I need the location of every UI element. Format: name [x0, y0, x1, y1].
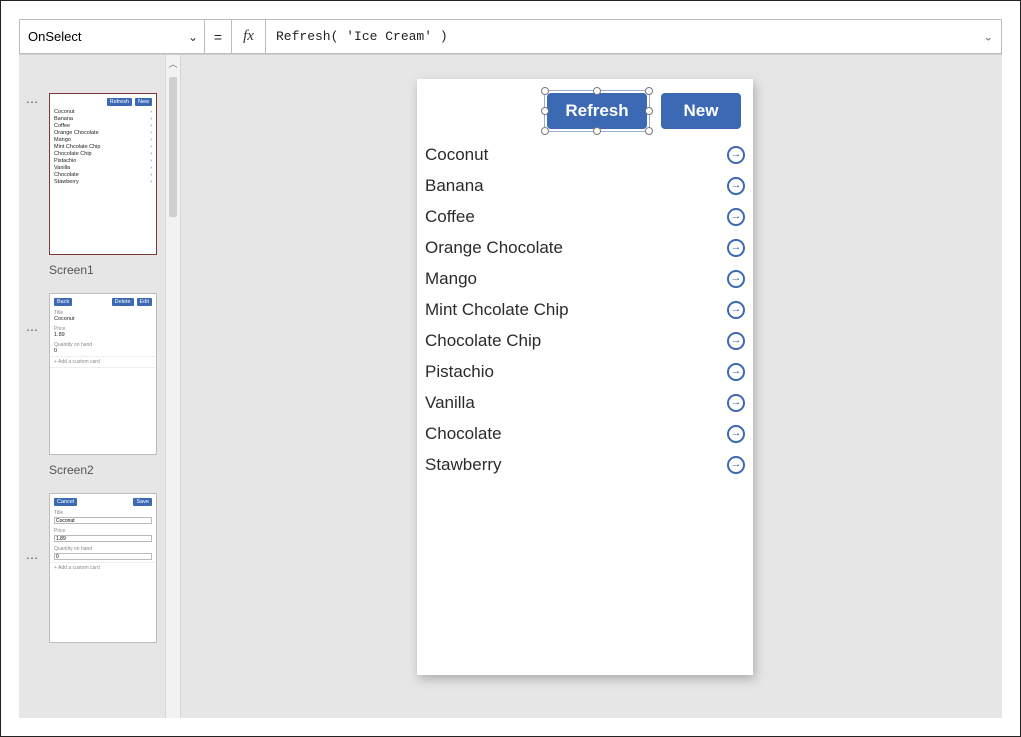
arrow-right-icon[interactable]: → — [727, 270, 745, 288]
resize-handle[interactable] — [645, 107, 653, 115]
editor-shell: OnSelect ⌄ = fx Refresh( 'Ice Cream' ) ⌄… — [19, 19, 1002, 718]
design-canvas[interactable]: Refresh — [181, 55, 1002, 718]
mini-new-button: New — [135, 98, 152, 106]
flavor-label: Banana — [425, 176, 484, 196]
mini-list-item: Mint Chcolate Chip› — [54, 143, 152, 150]
list-item[interactable]: Coffee → — [425, 201, 745, 232]
work-area: ⋯ Refresh New Coconut›Banana›Coffee›Oran… — [19, 55, 1002, 718]
scrollbar-thumb[interactable] — [169, 77, 177, 217]
new-button[interactable]: New — [661, 93, 741, 129]
property-dropdown-value: OnSelect — [28, 29, 81, 44]
app-frame: OnSelect ⌄ = fx Refresh( 'Ice Cream' ) ⌄… — [0, 0, 1021, 737]
mini-delete-button: Delete — [112, 298, 134, 306]
thumb-screen1[interactable]: Refresh New Coconut›Banana›Coffee›Orange… — [49, 93, 157, 255]
list-item[interactable]: Banana → — [425, 170, 745, 201]
thumb-screen2[interactable]: Back Delete Edit Title Coconut Price 1.8… — [49, 293, 157, 455]
mini-refresh-button: Refresh — [107, 98, 132, 106]
app-preview: Refresh — [417, 79, 753, 675]
resize-handle[interactable] — [541, 87, 549, 95]
list-item[interactable]: Mint Chcolate Chip → — [425, 294, 745, 325]
thumb-screen2-label: Screen2 — [49, 463, 165, 477]
arrow-right-icon[interactable]: → — [727, 177, 745, 195]
arrow-right-icon[interactable]: → — [727, 425, 745, 443]
flavor-label: Vanilla — [425, 393, 475, 413]
chevron-down-icon: ⌄ — [188, 30, 198, 44]
scroll-up-icon[interactable]: ︿ — [166, 57, 180, 70]
flavor-label: Pistachio — [425, 362, 494, 382]
arrow-right-icon[interactable]: → — [727, 146, 745, 164]
flavor-label: Chocolate Chip — [425, 331, 541, 351]
mini-list-item: Stawberry› — [54, 178, 152, 185]
flavor-label: Mango — [425, 269, 477, 289]
refresh-button[interactable]: Refresh — [547, 93, 647, 129]
mini-list-item: Coconut› — [54, 108, 152, 115]
resize-handle[interactable] — [645, 127, 653, 135]
arrow-right-icon[interactable]: → — [727, 332, 745, 350]
list-item[interactable]: Chocolate Chip → — [425, 325, 745, 356]
formula-input[interactable]: Refresh( 'Ice Cream' ) ⌄ — [265, 19, 1002, 54]
resize-handle[interactable] — [593, 127, 601, 135]
mini-save-button: Save — [133, 498, 152, 506]
mini-edit-button: Edit — [137, 298, 152, 306]
arrow-right-icon[interactable]: → — [727, 363, 745, 381]
thumb-screen1-label: Screen1 — [49, 263, 165, 277]
thumb-menu-icon[interactable]: ⋯ — [23, 551, 41, 565]
fx-icon[interactable]: fx — [231, 19, 265, 54]
list-item[interactable]: Pistachio → — [425, 356, 745, 387]
flavor-label: Mint Chcolate Chip — [425, 300, 569, 320]
list-item[interactable]: Orange Chocolate → — [425, 232, 745, 263]
mini-list-item: Chocolate Chip› — [54, 150, 152, 157]
formula-bar: OnSelect ⌄ = fx Refresh( 'Ice Cream' ) ⌄ — [19, 19, 1002, 55]
arrow-right-icon[interactable]: → — [727, 208, 745, 226]
arrow-right-icon[interactable]: → — [727, 239, 745, 257]
flavor-gallery[interactable]: Coconut→Banana→Coffee→Orange Chocolate→M… — [417, 137, 753, 480]
mini-list-item: Banana› — [54, 115, 152, 122]
resize-handle[interactable] — [541, 127, 549, 135]
mini-list-item: Orange Chocolate› — [54, 129, 152, 136]
flavor-label: Stawberry — [425, 455, 502, 475]
arrow-right-icon[interactable]: → — [727, 394, 745, 412]
list-item[interactable]: Coconut → — [425, 139, 745, 170]
mini-list-item: Coffee› — [54, 122, 152, 129]
arrow-right-icon[interactable]: → — [727, 456, 745, 474]
flavor-label: Orange Chocolate — [425, 238, 563, 258]
resize-handle[interactable] — [541, 107, 549, 115]
flavor-label: Coffee — [425, 207, 475, 227]
mini-cancel-button: Cancel — [54, 498, 77, 506]
mini-list-item: Pistachio› — [54, 157, 152, 164]
resize-handle[interactable] — [593, 87, 601, 95]
property-dropdown[interactable]: OnSelect ⌄ — [19, 19, 205, 54]
list-item[interactable]: Stawberry → — [425, 449, 745, 480]
mini-back-button: Back — [54, 298, 72, 306]
equals-indicator: = — [205, 19, 231, 54]
screen-thumbnail-panel: ⋯ Refresh New Coconut›Banana›Coffee›Oran… — [19, 55, 165, 718]
flavor-label: Coconut — [425, 145, 488, 165]
arrow-right-icon[interactable]: → — [727, 301, 745, 319]
resize-handle[interactable] — [645, 87, 653, 95]
list-item[interactable]: Vanilla → — [425, 387, 745, 418]
thumb-menu-icon[interactable]: ⋯ — [23, 95, 41, 109]
mini-list-item: Chocolate› — [54, 171, 152, 178]
mini-list-item: Mango› — [54, 136, 152, 143]
thumb-screen3[interactable]: Cancel Save Title Coconut Price 1.89 Qua… — [49, 493, 157, 643]
thumbnail-scrollbar[interactable]: ︿ — [165, 55, 181, 718]
mini-list-item: Vanilla› — [54, 164, 152, 171]
list-item[interactable]: Chocolate → — [425, 418, 745, 449]
list-item[interactable]: Mango → — [425, 263, 745, 294]
thumb-menu-icon[interactable]: ⋯ — [23, 323, 41, 337]
flavor-label: Chocolate — [425, 424, 502, 444]
chevron-down-icon[interactable]: ⌄ — [984, 30, 993, 43]
formula-text: Refresh( 'Ice Cream' ) — [276, 29, 448, 44]
